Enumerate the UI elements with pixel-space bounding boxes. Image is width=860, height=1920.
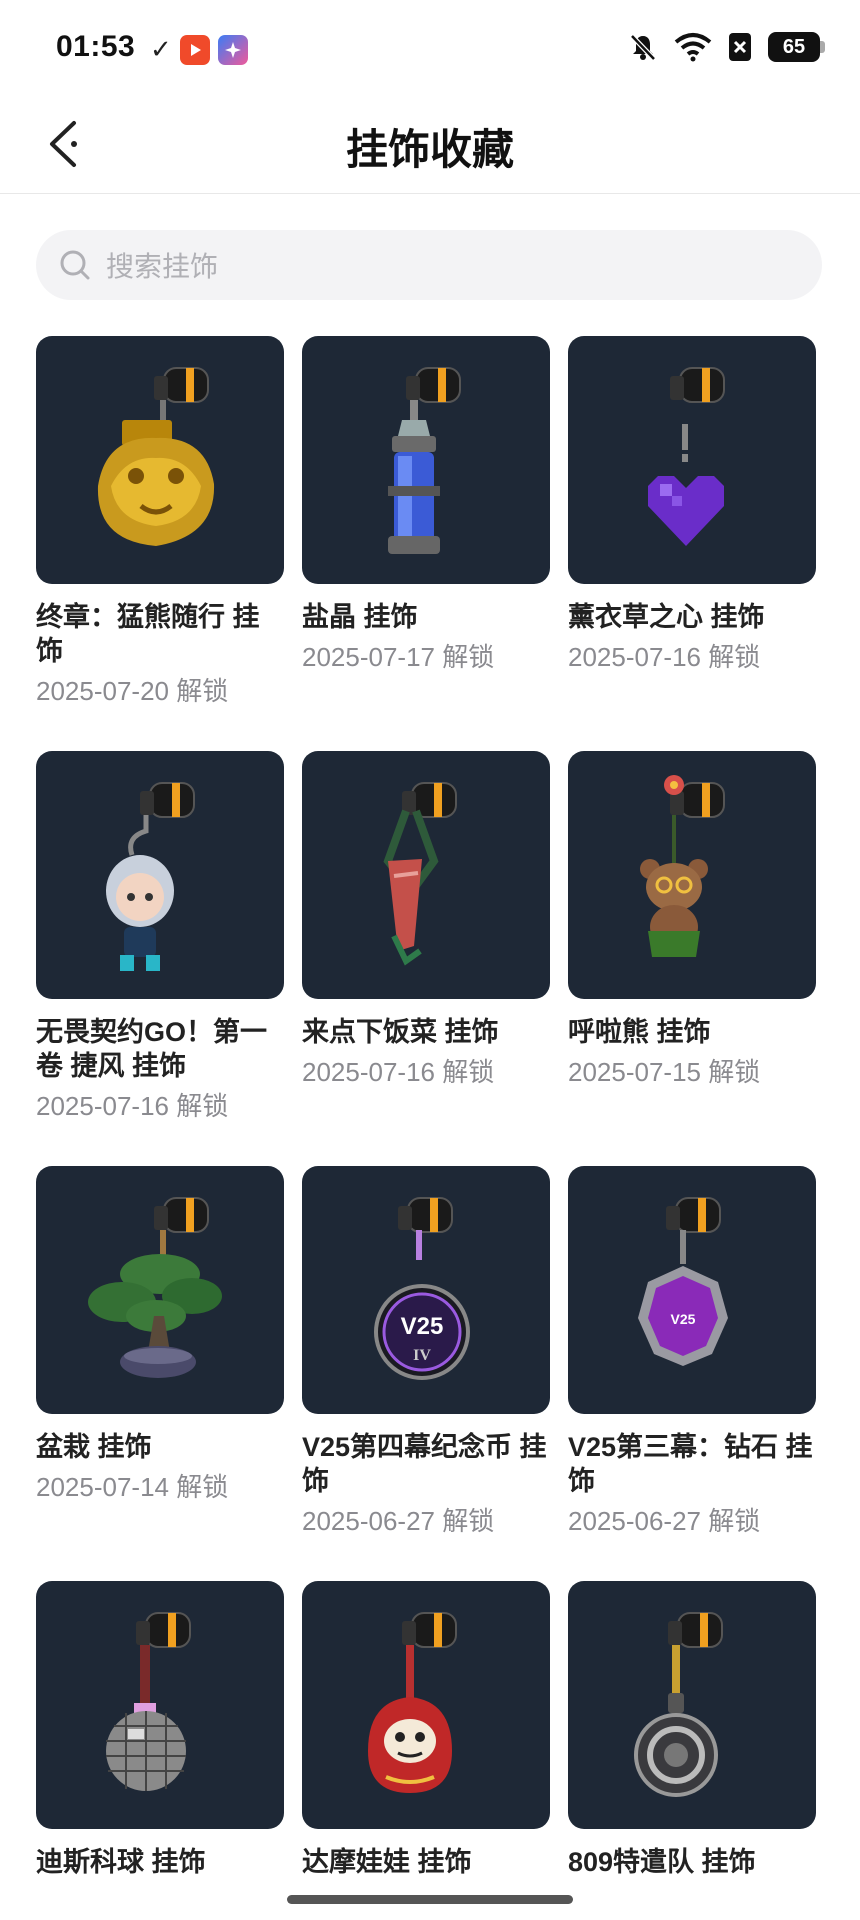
charm-card[interactable]: 盐晶 挂饰 2025-07-17 解锁 <box>302 336 550 751</box>
charm-card[interactable]: 薰衣草之心 挂饰 2025-07-16 解锁 <box>568 336 816 751</box>
unlock-date: 2025-07-16 解锁 <box>302 1057 495 1087</box>
unlock-date: 2025-07-16 解锁 <box>36 1091 229 1121</box>
charm-name: 盐晶 挂饰 <box>302 602 418 632</box>
mute-bell-icon <box>630 34 656 61</box>
charm-name: V25第三幕：钻石 挂饰 <box>568 1432 813 1496</box>
charm-name: 呼啦熊 挂饰 <box>568 1017 711 1047</box>
charm-card[interactable]: 无畏契约GO！第一卷 捷风 挂饰 2025-07-16 解锁 <box>36 751 284 1166</box>
charm-name: 迪斯科球 挂饰 <box>36 1847 206 1877</box>
charm-name: 来点下饭菜 挂饰 <box>302 1017 499 1047</box>
charm-name: 809特遣队 挂饰 <box>568 1847 756 1877</box>
wifi-icon <box>674 33 712 62</box>
page-title: 挂饰收藏 <box>345 126 514 173</box>
bonsai-charm-image <box>36 1166 284 1414</box>
svg-text:V25: V25 <box>671 1311 696 1327</box>
v25-diamond-charm-image: V25 <box>568 1166 816 1414</box>
svg-text:V25: V25 <box>401 1313 444 1340</box>
status-time: 01:53 <box>56 30 136 63</box>
unlock-date: 2025-07-15 解锁 <box>568 1057 761 1087</box>
search-placeholder: 搜索挂饰 <box>106 251 219 282</box>
search-input[interactable]: 搜索挂饰 <box>36 230 822 300</box>
unlock-date: 2025-07-20 解锁 <box>36 676 229 706</box>
charm-name: V25第四幕纪念币 挂饰 <box>302 1432 547 1496</box>
status-bar: 01:53 ✓ 65 <box>0 0 860 98</box>
sim-disabled-icon <box>729 33 751 61</box>
charm-card[interactable]: 盆栽 挂饰 2025-07-14 解锁 <box>36 1166 284 1581</box>
hula-bear-charm-image <box>568 751 816 999</box>
home-indicator[interactable] <box>287 1895 573 1904</box>
disco-ball-charm-image <box>36 1581 284 1829</box>
salt-crystal-capsule-charm-image <box>302 336 550 584</box>
charm-grid: 终章：猛熊随行 挂饰 2025-07-20 解锁 盐晶 挂饰 2025-07-1… <box>36 336 826 1920</box>
golden-bear-charm-image <box>36 336 284 584</box>
charm-card[interactable]: 终章：猛熊随行 挂饰 2025-07-20 解锁 <box>36 336 284 751</box>
search-icon <box>60 250 90 280</box>
lavender-heart-charm-image <box>568 336 816 584</box>
charm-card[interactable]: V25 IV V25第四幕纪念币 挂饰 2025-06-27 解锁 <box>302 1166 550 1581</box>
check-icon: ✓ <box>150 34 172 64</box>
809-squad-charm-image <box>568 1581 816 1829</box>
battery-indicator: 65 <box>768 32 825 62</box>
charm-name: 无畏契约GO！第一卷 捷风 挂饰 <box>36 1017 268 1081</box>
jett-figure-charm-image <box>36 751 284 999</box>
unlock-date: 2025-07-16 解锁 <box>568 642 761 672</box>
charm-card[interactable]: 迪斯科球 挂饰 <box>36 1581 284 1920</box>
unlock-date: 2025-07-17 解锁 <box>302 642 495 672</box>
unlock-date: 2025-06-27 解锁 <box>568 1506 761 1536</box>
charm-card[interactable]: 来点下饭菜 挂饰 2025-07-16 解锁 <box>302 751 550 1166</box>
daruma-doll-charm-image <box>302 1581 550 1829</box>
notification-icons: ✓ <box>150 34 248 65</box>
charm-card[interactable]: 达摩娃娃 挂饰 <box>302 1581 550 1920</box>
unlock-date: 2025-07-14 解锁 <box>36 1472 229 1502</box>
v25-coin-charm-image: V25 IV <box>302 1166 550 1414</box>
svg-text:IV: IV <box>413 1347 431 1364</box>
header: 挂饰收藏 <box>0 98 860 194</box>
video-app-icon <box>179 34 210 65</box>
system-status: 65 <box>628 32 825 62</box>
charm-card[interactable]: V25 V25第三幕：钻石 挂饰 2025-06-27 解锁 <box>568 1166 816 1581</box>
charm-card[interactable]: 809特遣队 挂饰 <box>568 1581 816 1920</box>
unlock-date: 2025-06-27 解锁 <box>302 1506 495 1536</box>
charm-name: 盆栽 挂饰 <box>36 1432 152 1462</box>
charm-name: 薰衣草之心 挂饰 <box>568 602 765 632</box>
food-bag-charm-image <box>302 751 550 999</box>
charm-card[interactable]: 呼啦熊 挂饰 2025-07-15 解锁 <box>568 751 816 1166</box>
charm-name: 达摩娃娃 挂饰 <box>302 1847 472 1877</box>
star-app-icon <box>217 34 248 65</box>
charm-name: 终章：猛熊随行 挂饰 <box>36 602 260 666</box>
